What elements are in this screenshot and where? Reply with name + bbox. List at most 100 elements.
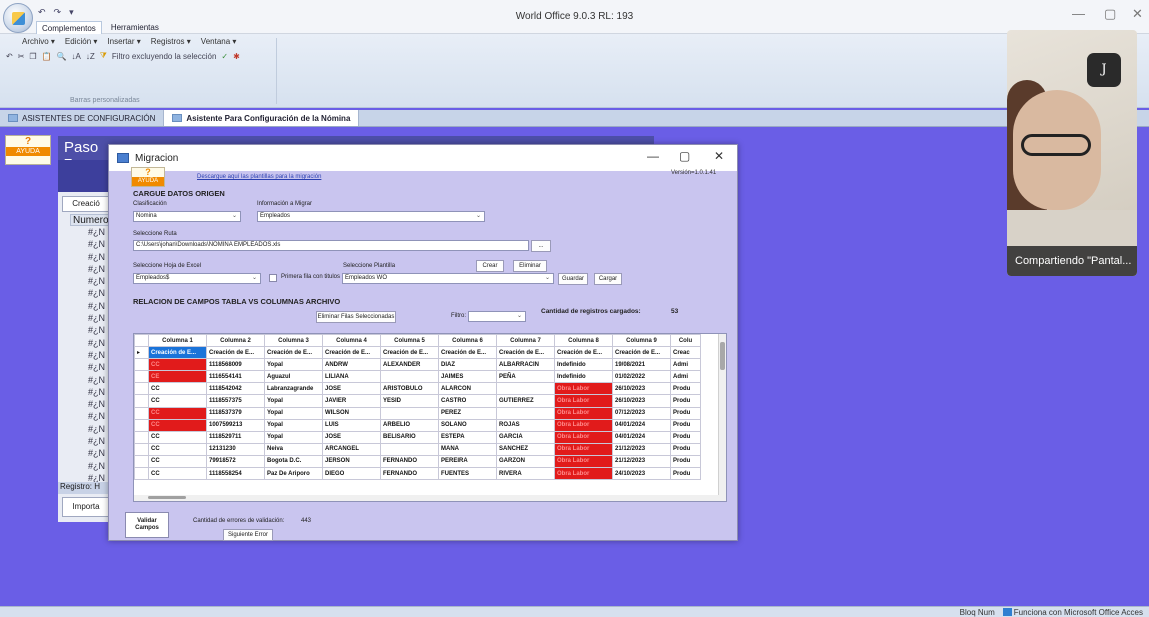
- grid-cell[interactable]: 21/12/2023: [612, 454, 671, 469]
- grid-cell[interactable]: FERNANDO: [380, 467, 439, 481]
- row-selector[interactable]: [134, 430, 149, 444]
- grid-cell[interactable]: 26/10/2023: [612, 382, 671, 396]
- grid-cell[interactable]: 1118558254: [206, 467, 265, 481]
- grid-cell[interactable]: Creación de E...: [148, 346, 207, 360]
- grid-column-header[interactable]: Columna 2: [206, 334, 265, 348]
- grid-cell[interactable]: Obra Labor: [554, 454, 613, 469]
- table-row[interactable]: CE 1116554141 Aguazul LILIANA JAIMES PEÑA Inde…: [134, 370, 701, 384]
- siguiente-error-button[interactable]: Siguiente Error: [223, 529, 273, 541]
- grid-cell[interactable]: 19/08/2021: [612, 358, 671, 372]
- grid-cell[interactable]: 04/01/2024: [612, 418, 671, 432]
- grid-cell[interactable]: PEÑA: [496, 370, 555, 384]
- row-selector[interactable]: [134, 394, 149, 408]
- grid-column-header[interactable]: Columna 1: [148, 334, 207, 348]
- dialog-ayuda-button[interactable]: ? AYUDA: [131, 167, 165, 187]
- table-row[interactable]: CC 1118557375 Yopal JAVIER YESID CASTRO GUTIER…: [134, 394, 701, 408]
- grid-cell[interactable]: CC: [148, 454, 207, 469]
- grid-cell[interactable]: 1118542042: [206, 382, 265, 396]
- grid-cell[interactable]: 1116554141: [206, 370, 265, 384]
- grid-cell[interactable]: Creación de E...: [206, 346, 265, 360]
- plantilla-select[interactable]: Empleados WO ⌄: [342, 273, 554, 284]
- grid-cell[interactable]: ALBARRACIN: [496, 358, 555, 372]
- minimize-icon[interactable]: —: [1072, 6, 1085, 21]
- grid-cell[interactable]: Obra Labor: [554, 467, 613, 481]
- toggle-filter-icon[interactable]: ✓: [221, 52, 228, 61]
- clasificacion-select[interactable]: Nomina ⌄: [133, 211, 241, 222]
- grid-cell[interactable]: ARCANGEL: [322, 442, 381, 456]
- grid-cell[interactable]: 1118557375: [206, 394, 265, 408]
- row-selector[interactable]: [134, 382, 149, 396]
- grid-cell[interactable]: ALARCON: [438, 382, 497, 396]
- table-row[interactable]: CC 12131230 Neiva ARCANGEL MANA SANCHEZ Obra L…: [134, 442, 701, 456]
- download-templates-link[interactable]: Descargue aquí las plantillas para la mi…: [197, 174, 321, 180]
- sort-asc-icon[interactable]: ↓A: [72, 52, 81, 61]
- filtro-select[interactable]: ⌄: [468, 311, 526, 322]
- grid-cell[interactable]: Obra Labor: [554, 406, 613, 420]
- guardar-button[interactable]: Guardar: [558, 273, 588, 285]
- grid-cell[interactable]: Yopal: [264, 418, 323, 432]
- grid-cell[interactable]: CC: [148, 382, 207, 396]
- menu-insertar[interactable]: Insertar ▾: [107, 37, 140, 46]
- grid-column-header[interactable]: Columna 7: [496, 334, 555, 348]
- grid-cell[interactable]: ALEXANDER: [380, 358, 439, 372]
- row-selector[interactable]: [134, 370, 149, 384]
- grid-cell[interactable]: WILSON: [322, 406, 381, 420]
- menu-ventana[interactable]: Ventana ▾: [201, 37, 237, 46]
- grid-cell[interactable]: Produ: [670, 394, 701, 408]
- maximize-icon[interactable]: ▢: [1104, 6, 1116, 22]
- grid-cell[interactable]: Admi: [670, 370, 701, 384]
- grid-cell[interactable]: JAVIER: [322, 394, 381, 408]
- paste-icon[interactable]: 📋: [42, 52, 52, 61]
- grid-cell[interactable]: PEREZ: [438, 406, 497, 420]
- dialog-minimize-icon[interactable]: —: [647, 149, 659, 163]
- table-row[interactable]: CC 1118558254 Paz De Ariporo DIEGO FERNANDO F…: [134, 467, 701, 481]
- grid-cell[interactable]: 79918572: [206, 454, 265, 469]
- table-row[interactable]: ▸ Creación de E... Creación de E... Creació…: [134, 346, 701, 360]
- grid-cell[interactable]: [496, 382, 555, 396]
- horizontal-scrollbar[interactable]: [134, 495, 720, 501]
- grid-cell[interactable]: [380, 406, 439, 420]
- table-row[interactable]: CC 1118568009 Yopal ANDRW ALEXANDER DIAZ ALBAR…: [134, 358, 701, 372]
- grid-cell[interactable]: Indefinido: [554, 358, 613, 372]
- dialog-close-icon[interactable]: ✕: [714, 149, 724, 163]
- relacion-grid[interactable]: Columna 1 Columna 2 Columna 3 Columna 4 Colu…: [133, 333, 727, 502]
- grid-cell[interactable]: 24/10/2023: [612, 467, 671, 481]
- grid-cell[interactable]: Labranzagrande: [264, 382, 323, 396]
- grid-cell[interactable]: Yopal: [264, 406, 323, 420]
- grid-cell[interactable]: CC: [148, 394, 207, 408]
- crear-button[interactable]: Crear: [476, 260, 504, 272]
- grid-cell[interactable]: JOSE: [322, 382, 381, 396]
- grid-cell[interactable]: CC: [148, 418, 207, 432]
- advanced-filter-icon[interactable]: ✱: [233, 52, 240, 61]
- table-row[interactable]: CC 79918572 Bogota D.C. JERSON FERNANDO PEREI…: [134, 454, 701, 469]
- grid-cell[interactable]: [496, 406, 555, 420]
- filter-exclude-label[interactable]: Filtro excluyendo la selección: [112, 52, 217, 61]
- grid-column-header[interactable]: Columna 3: [264, 334, 323, 348]
- informacion-select[interactable]: Empleados ⌄: [257, 211, 485, 222]
- grid-cell[interactable]: 1118537379: [206, 406, 265, 420]
- grid-cell[interactable]: 1007599213: [206, 418, 265, 432]
- grid-cell[interactable]: GUTIERREZ: [496, 394, 555, 408]
- row-selector[interactable]: [134, 442, 149, 456]
- grid-cell[interactable]: Produ: [670, 454, 701, 469]
- grid-cell[interactable]: 07/12/2023: [612, 406, 671, 420]
- grid-cell[interactable]: LILIANA: [322, 370, 381, 384]
- grid-cell[interactable]: RIVERA: [496, 467, 555, 481]
- grid-cell[interactable]: Obra Labor: [554, 418, 613, 432]
- table-row[interactable]: CC 1118537379 Yopal WILSON PEREZ Obra Labor 07…: [134, 406, 701, 420]
- grid-cell[interactable]: SANCHEZ: [496, 442, 555, 456]
- vertical-scrollbar[interactable]: [718, 334, 726, 501]
- grid-cell[interactable]: CC: [148, 467, 207, 481]
- grid-cell[interactable]: Produ: [670, 430, 701, 444]
- grid-cell[interactable]: BELISARIO: [380, 430, 439, 444]
- eliminar-plantilla-button[interactable]: Eliminar: [513, 260, 547, 272]
- primera-fila-checkbox[interactable]: [269, 274, 277, 282]
- grid-cell[interactable]: 04/01/2024: [612, 430, 671, 444]
- grid-cell[interactable]: ARBELIO: [380, 418, 439, 432]
- grid-cell[interactable]: JAIMES: [438, 370, 497, 384]
- tab-asistentes[interactable]: ASISTENTES DE CONFIGURACIÓN: [0, 110, 165, 126]
- dialog-maximize-icon[interactable]: ▢: [679, 149, 690, 163]
- ayuda-button[interactable]: ? AYUDA: [5, 135, 51, 165]
- eliminar-filas-button[interactable]: Eliminar Filas Seleccionadas: [316, 311, 396, 323]
- grid-cell[interactable]: SOLANO: [438, 418, 497, 432]
